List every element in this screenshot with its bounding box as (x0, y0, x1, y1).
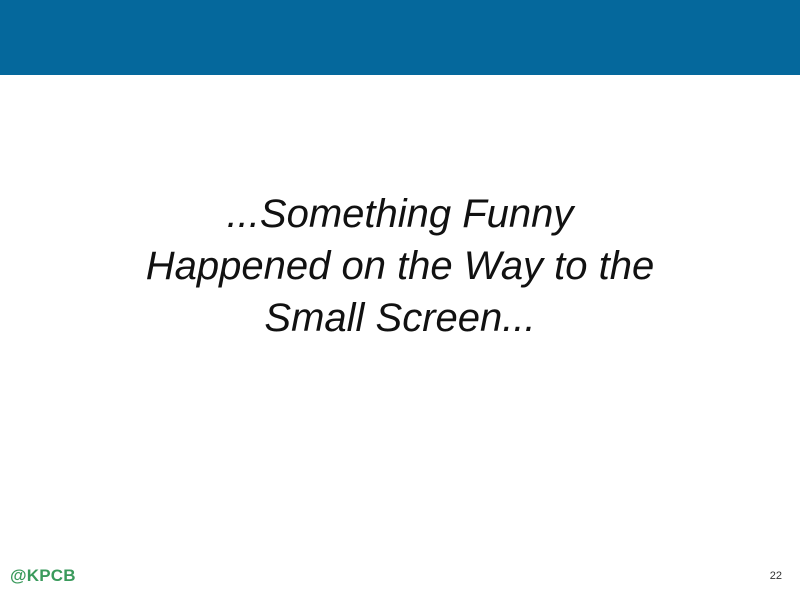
title-line-2: Happened on the Way to the (145, 244, 655, 288)
footer-handle: @KPCB (10, 566, 76, 585)
title-line-3: Small Screen... (264, 296, 536, 340)
slide-title: ...Something Funny Happened on the Way t… (0, 188, 800, 344)
title-line-1: ...Something Funny (226, 192, 574, 236)
page-number: 22 (769, 570, 782, 582)
header-band (0, 0, 800, 75)
slide: ...Something Funny Happened on the Way t… (0, 0, 800, 600)
